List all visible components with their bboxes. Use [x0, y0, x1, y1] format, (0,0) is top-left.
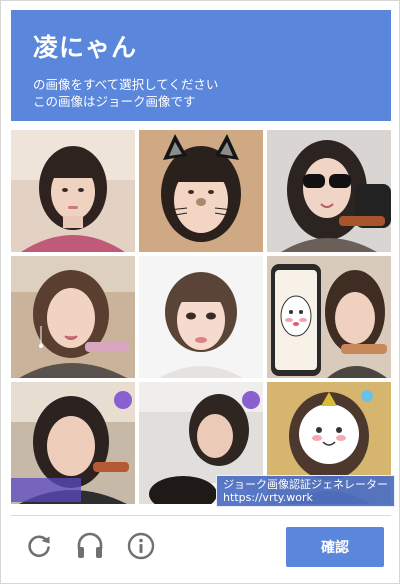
image-tile-4[interactable] [11, 256, 135, 378]
watermark-url[interactable]: https://vrty.work [223, 491, 388, 504]
captcha-title: 凌にゃん [33, 33, 138, 62]
image-tile-5[interactable] [139, 256, 263, 378]
watermark-title: ジョーク画像認証ジェネレーター [223, 478, 388, 491]
tile-1-image [11, 130, 135, 252]
captcha-header: 凌にゃん の画像をすべて選択してください この画像はジョーク画像です [11, 10, 391, 121]
tile-3-image [267, 130, 391, 252]
info-icon [127, 532, 155, 560]
generator-watermark: ジョーク画像認証ジェネレーター https://vrty.work [216, 475, 395, 507]
footer-divider [11, 515, 391, 516]
image-grid [11, 130, 391, 504]
info-button[interactable] [126, 531, 156, 561]
instruction-line-2: この画像はジョーク画像です [33, 94, 196, 109]
refresh-icon [28, 535, 50, 557]
image-tile-6[interactable] [267, 256, 391, 378]
captcha-instructions: の画像をすべて選択してください この画像はジョーク画像です [33, 76, 391, 110]
instruction-line-1: の画像をすべて選択してください [33, 77, 219, 92]
image-tile-2[interactable] [139, 130, 263, 252]
image-tile-1[interactable] [11, 130, 135, 252]
refresh-button[interactable] [24, 531, 54, 561]
audio-challenge-button[interactable] [75, 531, 105, 561]
tile-4-image [11, 256, 135, 378]
tile-5-image [139, 256, 263, 378]
tile-7-image [11, 382, 135, 504]
confirm-button[interactable]: 確認 [286, 527, 384, 567]
tile-2-image [139, 130, 263, 252]
image-tile-7[interactable] [11, 382, 135, 504]
headphones-icon [77, 532, 103, 558]
tile-6-image [267, 256, 391, 378]
image-tile-3[interactable] [267, 130, 391, 252]
captcha-frame: 凌にゃん の画像をすべて選択してください この画像はジョーク画像です ジョーク画… [0, 0, 400, 584]
